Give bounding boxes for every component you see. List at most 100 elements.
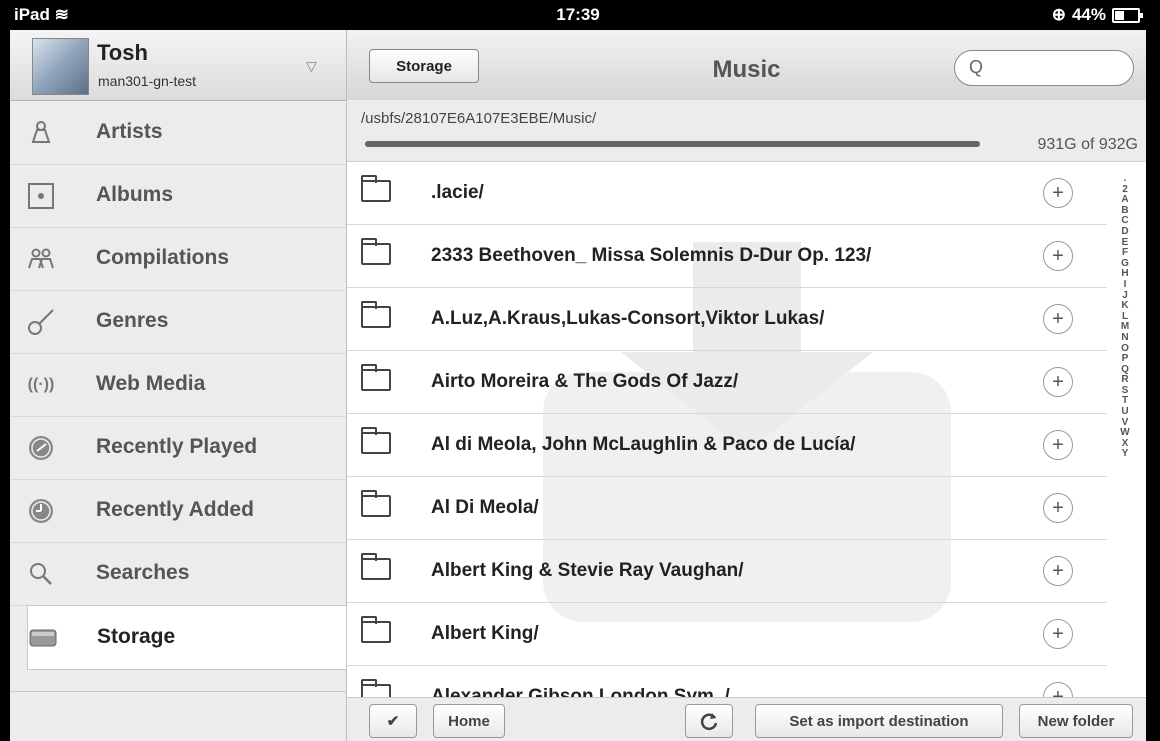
add-icon[interactable]: + xyxy=(1043,556,1073,586)
select-button[interactable]: ✔ xyxy=(369,704,417,738)
user-server: man301-gn-test xyxy=(98,73,197,89)
folder-icon xyxy=(361,238,391,265)
sidebar-item-artists[interactable]: Artists xyxy=(10,101,346,165)
folder-icon xyxy=(361,301,391,328)
table-row[interactable]: Alexander Gibson London Sym. / + xyxy=(347,666,1107,697)
add-icon[interactable]: + xyxy=(1043,367,1073,397)
sidebar-item-searches[interactable]: Searches xyxy=(10,542,346,606)
add-icon[interactable]: + xyxy=(1043,619,1073,649)
sidebar-item-genres[interactable]: Genres xyxy=(10,290,346,354)
sidebar-item-web-media[interactable]: ((·)) Web Media xyxy=(10,353,346,417)
folder-name: Al Di Meola/ xyxy=(431,497,539,518)
sidebar-item-albums[interactable]: Albums xyxy=(10,164,346,228)
user-selector[interactable]: Tosh man301-gn-test ▽ xyxy=(10,30,346,101)
folder-icon xyxy=(361,616,391,643)
add-icon[interactable]: + xyxy=(1043,241,1073,271)
sidebar-item-label: Genres xyxy=(96,309,169,332)
search-icon: Q xyxy=(969,57,984,77)
sidebar: Tosh man301-gn-test ▽ Artists Albums Com… xyxy=(10,30,347,741)
battery-icon xyxy=(1112,7,1143,23)
table-row[interactable]: .lacie/ + xyxy=(347,162,1107,225)
nav-bar: Storage Music Q xyxy=(347,30,1146,101)
table-row[interactable]: Al Di Meola/ + xyxy=(347,477,1107,540)
sidebar-item-label: Recently Added xyxy=(96,498,254,521)
table-row[interactable]: Albert King & Stevie Ray Vaughan/ + xyxy=(347,540,1107,603)
folder-icon xyxy=(361,679,391,697)
sidebar-item-label: Storage xyxy=(97,625,176,648)
user-name: Tosh xyxy=(97,40,148,65)
device-frame: iPad ≋ 17:39 ⊕ 44% Tosh man301-gn-test ▽… xyxy=(0,0,1160,741)
capacity-progress-fill xyxy=(365,141,981,147)
antenna-icon: ((·)) xyxy=(27,376,55,393)
folder-name: Al di Meola, John McLaughlin & Paco de L… xyxy=(431,434,856,455)
add-icon[interactable]: + xyxy=(1043,493,1073,523)
set-import-destination-button[interactable]: Set as import destination xyxy=(755,704,1003,738)
chevron-down-icon[interactable]: ▽ xyxy=(306,58,317,75)
path-bar: /usbfs/28107E6A107E3EBE/Music/ 931G of 9… xyxy=(347,100,1146,162)
path-label: /usbfs/28107E6A107E3EBE/Music/ xyxy=(361,110,597,127)
folder-name: Airto Moreira & The Gods Of Jazz/ xyxy=(431,371,739,392)
battery-percent: 44% xyxy=(1071,5,1106,24)
sidebar-item-label: Searches xyxy=(96,561,190,584)
clock-icon xyxy=(26,433,56,463)
sidebar-item-label: Recently Played xyxy=(96,435,258,458)
folder-icon xyxy=(361,175,391,202)
search-icon xyxy=(26,559,56,589)
alpha-index[interactable]: .2ABCDEFGHIJKLMNOPQRSTUVWXY xyxy=(1107,173,1143,460)
album-icon xyxy=(26,181,56,211)
table-row[interactable]: 2333 Beethoven_ Missa Solemnis D-Dur Op.… xyxy=(347,225,1107,288)
status-bar: iPad ≋ 17:39 ⊕ 44% xyxy=(10,0,1146,30)
folder-list[interactable]: .lacie/ +2333 Beethoven_ Missa Solemnis D… xyxy=(347,162,1146,697)
refresh-icon[interactable] xyxy=(685,704,733,738)
capacity-progress xyxy=(365,141,981,147)
storage-icon xyxy=(28,623,58,653)
add-icon[interactable]: + xyxy=(1043,682,1073,697)
folder-icon xyxy=(361,553,391,580)
sidebar-bottom-bar xyxy=(10,691,346,741)
rotation-lock-icon: ⊕ xyxy=(1051,5,1066,24)
folder-name: 2333 Beethoven_ Missa Solemnis D-Dur Op.… xyxy=(431,245,872,266)
screen: iPad ≋ 17:39 ⊕ 44% Tosh man301-gn-test ▽… xyxy=(10,0,1146,741)
bottom-toolbar: ✔ Home Set as import destination New fol… xyxy=(347,697,1146,741)
alpha-index-letter[interactable]: I xyxy=(1107,279,1143,291)
table-row[interactable]: Albert King/ + xyxy=(347,603,1107,666)
folder-name: Albert King & Stevie Ray Vaughan/ xyxy=(431,560,744,581)
sidebar-item-recently-added[interactable]: Recently Added xyxy=(10,479,346,543)
folder-icon xyxy=(361,427,391,454)
folder-name: .lacie/ xyxy=(431,182,484,203)
home-button[interactable]: Home xyxy=(433,704,505,738)
add-icon[interactable]: + xyxy=(1043,430,1073,460)
folder-icon xyxy=(361,490,391,517)
folder-name: Alexander Gibson London Sym. / xyxy=(431,686,730,697)
search-input[interactable]: Q xyxy=(954,50,1134,86)
add-icon[interactable]: + xyxy=(1043,178,1073,208)
sidebar-item-label: Artists xyxy=(96,120,163,143)
new-folder-button[interactable]: New folder xyxy=(1019,704,1133,738)
alpha-index-letter[interactable]: . xyxy=(1107,173,1143,185)
status-time: 17:39 xyxy=(556,5,600,24)
main-panel: Storage Music Q /usbfs/28107E6A107E3EBE/… xyxy=(347,30,1146,741)
sidebar-item-label: Compilations xyxy=(96,246,230,269)
table-row[interactable]: A.Luz,A.Kraus,Lukas-Consort,Viktor Lukas… xyxy=(347,288,1107,351)
sidebar-item-storage[interactable]: Storage xyxy=(27,605,347,670)
capacity-label: 931G of 932G xyxy=(1037,136,1138,153)
avatar xyxy=(32,38,89,95)
table-row[interactable]: Airto Moreira & The Gods Of Jazz/ + xyxy=(347,351,1107,414)
clock-icon xyxy=(26,496,56,526)
table-row[interactable]: Al di Meola, John McLaughlin & Paco de L… xyxy=(347,414,1107,477)
sidebar-item-label: Web Media xyxy=(96,372,206,395)
folder-name: Albert King/ xyxy=(431,623,539,644)
artist-icon xyxy=(26,118,56,148)
folder-icon xyxy=(361,364,391,391)
status-right: ⊕ 44% xyxy=(1051,5,1143,25)
sidebar-item-label: Albums xyxy=(96,183,174,206)
folder-name: A.Luz,A.Kraus,Lukas-Consort,Viktor Lukas… xyxy=(431,308,825,329)
add-icon[interactable]: + xyxy=(1043,304,1073,334)
sidebar-item-compilations[interactable]: Compilations xyxy=(10,227,346,291)
alpha-index-letter[interactable]: Y xyxy=(1107,449,1143,460)
guitar-icon xyxy=(26,307,56,337)
alpha-index-letter[interactable]: N xyxy=(1107,332,1143,344)
sidebar-item-recently-played[interactable]: Recently Played xyxy=(10,416,346,480)
compilations-icon xyxy=(26,244,56,274)
alpha-index-letter[interactable]: D xyxy=(1107,226,1143,238)
